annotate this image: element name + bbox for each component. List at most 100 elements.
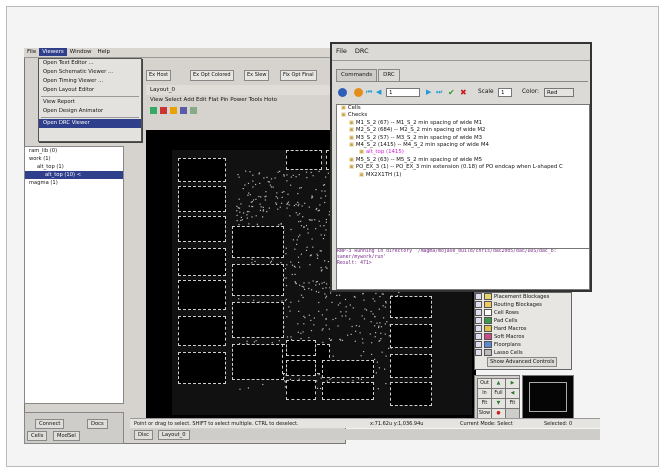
list-item[interactable]: ▣ PO_EX_3 (1) -- PO_EX_3 min extension (… bbox=[337, 164, 589, 171]
status-coords: x:71.62u y:1,036.94u bbox=[370, 421, 424, 427]
settings-icon[interactable] bbox=[354, 88, 363, 97]
accept-icon[interactable]: ✔ bbox=[448, 88, 455, 97]
legend-item-lasso-cells[interactable]: Lasso Cells bbox=[475, 349, 571, 357]
list-item[interactable]: ▣ M1_S_2 (67) -- M1_S_2 min spacing of w… bbox=[337, 120, 589, 127]
layout-title-bar: Layout_0 bbox=[146, 85, 346, 95]
color-select[interactable]: Red bbox=[544, 88, 574, 97]
macro-block bbox=[232, 264, 284, 296]
connect-tab[interactable]: Connect bbox=[35, 419, 65, 429]
status-mode: Current Mode: Select bbox=[460, 421, 513, 427]
layout-menu-edit[interactable]: Edit bbox=[196, 97, 207, 103]
legend-item-pad-cells[interactable]: Pad Cells bbox=[475, 317, 571, 325]
menu-item-open-timing-viewer[interactable]: Open Timing Viewer ... bbox=[39, 77, 141, 86]
next-icon[interactable]: ▶ bbox=[426, 88, 431, 97]
menu-file[interactable]: File bbox=[24, 48, 39, 56]
menu-item-open-text-editor[interactable]: Open Text Editor ... bbox=[39, 59, 141, 68]
drc-console: RNP-3 Running in directory '/magma/mojav… bbox=[336, 248, 590, 290]
page-field[interactable]: 1 bbox=[386, 88, 420, 97]
list-item[interactable]: ▣ M3_S_2 (57) -- M3_S_2 min spacing of w… bbox=[337, 135, 589, 142]
minimap-viewport bbox=[529, 382, 567, 412]
macro-block bbox=[178, 352, 226, 384]
macro-block bbox=[178, 158, 226, 182]
main-menubar: File Viewers Window Help bbox=[24, 48, 346, 58]
menu-item-open-drc-viewer[interactable]: Open DRC Viewer bbox=[39, 119, 141, 128]
menu-window[interactable]: Window bbox=[67, 48, 95, 56]
scale-spinner[interactable]: 1 bbox=[498, 88, 512, 97]
last-icon[interactable]: ⏭ bbox=[436, 88, 442, 97]
legend-item-placement-blockages[interactable]: Placement Blockages bbox=[475, 293, 571, 301]
docs-tab[interactable]: Docs bbox=[87, 419, 108, 429]
macro-block bbox=[390, 382, 432, 406]
route-icon[interactable] bbox=[180, 107, 187, 114]
macro-block bbox=[178, 280, 226, 310]
list-item[interactable]: ▣ M5_S_2 (63) -- M5_S_2 min spacing of w… bbox=[337, 157, 589, 164]
macro-block bbox=[390, 296, 432, 318]
list-item[interactable]: ▣ MX2X1TH (1) bbox=[337, 172, 589, 179]
toolbar-ex-slew-button[interactable]: Ex Slew bbox=[244, 70, 270, 81]
legend-item-soft-macros[interactable]: Soft Macros bbox=[475, 333, 571, 341]
macro-block bbox=[390, 324, 432, 348]
legend-item-cell-rows[interactable]: Cell Rows bbox=[475, 309, 571, 317]
drc-toolbar: ⏮ ◀ 1 ▶ ⏭ ✔ ✖ Scale 1 Color: Red bbox=[338, 88, 588, 100]
layout-menu-power[interactable]: Power bbox=[230, 97, 247, 103]
menu-item-open-layout-editor[interactable]: Open Layout Editor bbox=[39, 86, 141, 95]
macro-block bbox=[232, 344, 284, 380]
legend-item-floorplans[interactable]: Floorplans bbox=[475, 341, 571, 349]
list-item-highlighted[interactable]: ▣ alt_top (1415) bbox=[337, 149, 589, 156]
menu-item-open-design-animator[interactable]: Open Design Animator bbox=[39, 107, 141, 116]
list-item[interactable]: ▣ M2_S_2 (684) -- M2_S_2 min spacing of … bbox=[337, 127, 589, 134]
drc-menu-file[interactable]: File bbox=[332, 44, 351, 58]
layout-menu-select[interactable]: Select bbox=[165, 97, 182, 103]
tree-item[interactable]: work (1) bbox=[25, 155, 123, 163]
tab-drc[interactable]: DRC bbox=[378, 69, 400, 81]
tree-item-selected[interactable]: alt_top (10) < bbox=[25, 171, 123, 179]
color-label: Color: bbox=[522, 89, 539, 95]
highlight-icon[interactable] bbox=[170, 107, 177, 114]
fit-button[interactable]: Fit bbox=[505, 398, 520, 409]
refresh-icon[interactable] bbox=[338, 88, 347, 97]
reject-icon[interactable]: ✖ bbox=[460, 88, 467, 97]
modsel-tab[interactable]: ModSel bbox=[53, 431, 80, 441]
layout-menu-tools[interactable]: Tools bbox=[249, 97, 263, 103]
tree-item[interactable]: ram_lib (0) bbox=[25, 147, 123, 155]
toolbar-fix-opt-final-button[interactable]: Fix Opt Final bbox=[280, 70, 317, 81]
menu-item-open-schematic-viewer[interactable]: Open Schematic Viewer ... bbox=[39, 68, 141, 77]
legend-item-routing-blockages[interactable]: Routing Blockages bbox=[475, 301, 571, 309]
tree-item[interactable]: alt_top (1) bbox=[25, 163, 123, 171]
status-bar: Point or drag to select. SHIFT to select… bbox=[130, 418, 600, 428]
show-advanced-controls-button[interactable]: Show Advanced Controls bbox=[487, 357, 558, 367]
layout-menu-hoto[interactable]: Hoto bbox=[264, 97, 277, 103]
stop-icon[interactable] bbox=[160, 107, 167, 114]
list-item-checks[interactable]: ▣ Checks bbox=[337, 112, 589, 119]
menu-help[interactable]: Help bbox=[94, 48, 113, 56]
menu-viewers[interactable]: Viewers bbox=[39, 48, 67, 56]
drc-tabs: Commands DRC bbox=[336, 69, 401, 81]
layout-menu-add[interactable]: Add bbox=[184, 97, 195, 103]
taskbar-disc[interactable]: Disc bbox=[134, 430, 153, 440]
status-hint: Point or drag to select. SHIFT to select… bbox=[134, 421, 299, 427]
list-item[interactable]: ▣ M4_S_2 (1415) -- M4_S_2 min spacing of… bbox=[337, 142, 589, 149]
layout-menu-view[interactable]: View bbox=[150, 97, 163, 103]
tree-item[interactable]: magma (1) bbox=[25, 179, 123, 187]
measure-icon[interactable] bbox=[190, 107, 197, 114]
window-taskbar: Disc Layout_0 bbox=[130, 429, 600, 440]
toolbar-ex-host-button[interactable]: Ex Host bbox=[146, 70, 172, 81]
left-bottom-panel: Connect Docs Cells ModSel bbox=[24, 412, 124, 444]
first-icon[interactable]: ⏮ bbox=[366, 88, 372, 97]
tab-commands[interactable]: Commands bbox=[336, 69, 378, 81]
cells-tab[interactable]: Cells bbox=[27, 431, 48, 441]
list-item-cells[interactable]: ▣ Cells bbox=[337, 105, 589, 112]
layout-menu-flat[interactable]: Flat bbox=[208, 97, 218, 103]
status-selected: Selected: 0 bbox=[544, 421, 573, 427]
macro-block bbox=[178, 216, 226, 242]
zoom-icon[interactable] bbox=[150, 107, 157, 114]
macro-block bbox=[286, 360, 316, 376]
taskbar-layout[interactable]: Layout_0 bbox=[158, 430, 190, 440]
legend-item-hard-macros[interactable]: Hard Macros bbox=[475, 325, 571, 333]
overview-minimap[interactable] bbox=[522, 375, 574, 419]
menu-item-view-report[interactable]: View Report bbox=[39, 98, 141, 107]
layout-menu-pin[interactable]: Pin bbox=[220, 97, 228, 103]
drc-menu-drc[interactable]: DRC bbox=[351, 44, 373, 58]
toolbar-ex-opt-colored-button[interactable]: Ex Opt Colored bbox=[190, 70, 234, 81]
prev-icon[interactable]: ◀ bbox=[376, 88, 381, 97]
